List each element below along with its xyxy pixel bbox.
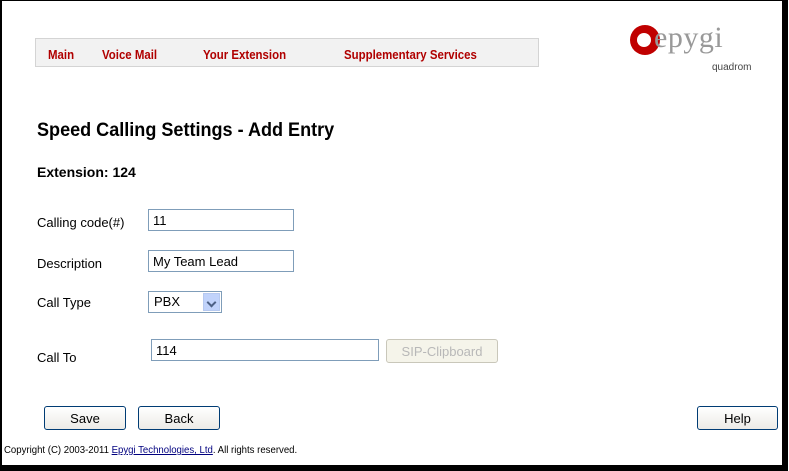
back-button[interactable]: Back	[138, 406, 220, 430]
help-button[interactable]: Help	[697, 406, 778, 430]
call-to-label: Call To	[37, 350, 77, 365]
logo-brand: epygi	[654, 21, 724, 54]
description-label: Description	[37, 256, 103, 271]
epygi-link[interactable]: Epygi Technologies, Ltd	[112, 445, 213, 456]
nav-item-main[interactable]: Main	[48, 47, 74, 62]
top-nav: Main Voice Mail Your Extension Supplemen…	[35, 38, 539, 67]
main-frame: Main Voice Mail Your Extension Supplemen…	[0, 0, 788, 471]
save-button[interactable]: Save	[44, 406, 126, 430]
page-title: Speed Calling Settings - Add Entry	[37, 120, 335, 141]
footer-suffix: . All rights reserved.	[212, 445, 298, 456]
calling-code-label: Calling code(#)	[37, 215, 125, 230]
logo-product: quadrom	[712, 62, 752, 73]
calling-code-input[interactable]	[148, 209, 294, 231]
nav-item-your-extension[interactable]: Your Extension	[203, 47, 286, 62]
call-type-value: PBX	[154, 294, 181, 309]
nav-item-voice-mail[interactable]: Voice Mail	[102, 47, 157, 62]
copyright-footer: Copyright (C) 2003-2011 Epygi Technologi…	[4, 445, 297, 456]
extension-label: Extension: 124	[37, 164, 136, 180]
call-type-select[interactable]: PBX	[148, 291, 222, 313]
chevron-down-icon[interactable]	[203, 293, 220, 311]
call-to-input[interactable]	[151, 339, 379, 361]
description-input[interactable]	[148, 250, 294, 272]
epygi-logo: epygi quadrom	[630, 21, 760, 87]
call-type-label: Call Type	[37, 295, 91, 310]
sip-clipboard-button[interactable]: SIP-Clipboard	[386, 339, 498, 363]
nav-item-supplementary-services[interactable]: Supplementary Services	[344, 47, 477, 62]
footer-prefix: Copyright (C) 2003-2011	[4, 445, 112, 456]
